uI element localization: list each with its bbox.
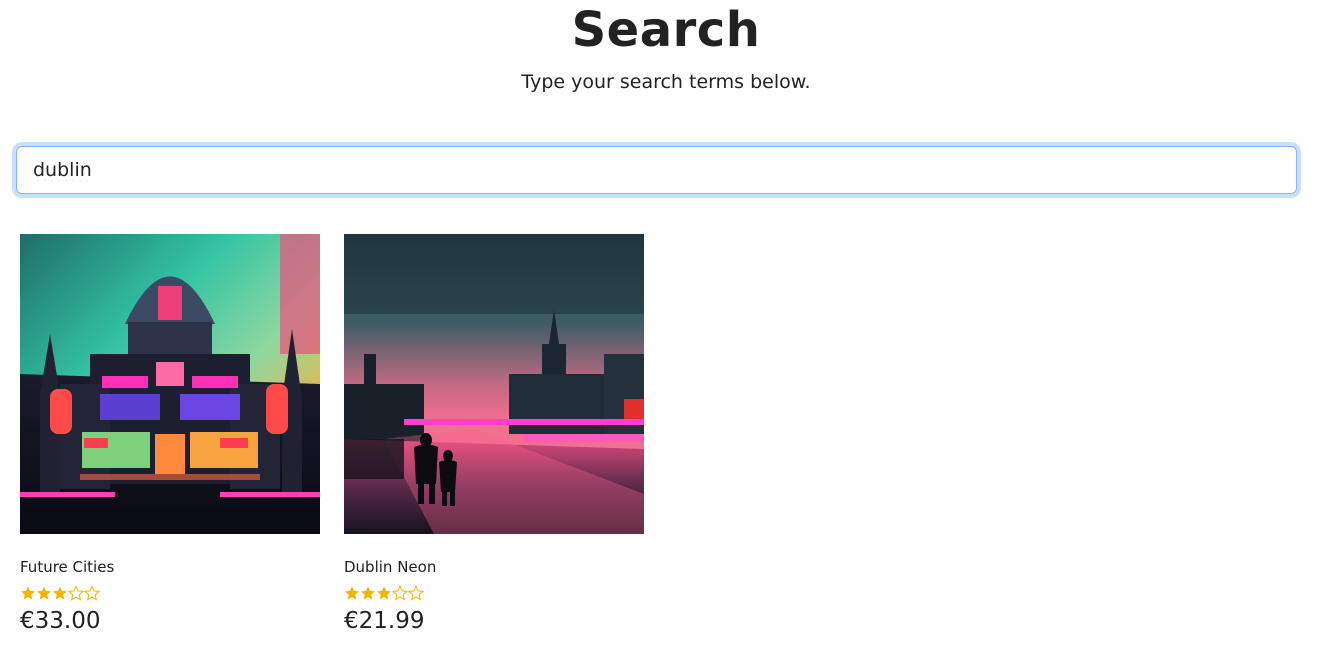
product-title[interactable]: Future Cities <box>20 558 320 576</box>
page-title: Search <box>571 2 761 58</box>
product-card[interactable]: Future Cities €33.00 <box>20 234 320 635</box>
star-filled-icon <box>37 586 51 600</box>
search-page: Search Type your search terms below. dub… <box>0 0 1332 660</box>
star-filled-icon <box>377 586 391 600</box>
rating-stars <box>20 585 320 603</box>
product-price: €21.99 <box>344 608 425 634</box>
star-filled-icon <box>345 586 359 600</box>
rating-stars <box>344 585 644 603</box>
star-empty-icon <box>392 585 408 601</box>
page-subtitle: Type your search terms below. <box>521 71 811 93</box>
star-filled-icon <box>53 586 67 600</box>
search-input[interactable] <box>16 146 1297 194</box>
page-header: Search Type your search terms below. <box>0 0 1332 94</box>
product-title[interactable]: Dublin Neon <box>344 558 644 576</box>
neon-cyberpunk-dome-building-image[interactable] <box>20 234 320 534</box>
neon-dublin-river-night-image[interactable] <box>344 234 644 534</box>
product-card[interactable]: Dublin Neon €21.99 <box>344 234 644 635</box>
search-results: Future Cities €33.00 Dublin Neon €21.99 <box>20 234 644 635</box>
star-empty-icon <box>68 585 84 601</box>
product-price: €33.00 <box>20 608 101 634</box>
star-filled-icon <box>21 586 35 600</box>
star-empty-icon <box>408 585 424 601</box>
search-field-wrapper <box>16 146 1297 194</box>
star-empty-icon <box>84 585 100 601</box>
star-filled-icon <box>361 586 375 600</box>
